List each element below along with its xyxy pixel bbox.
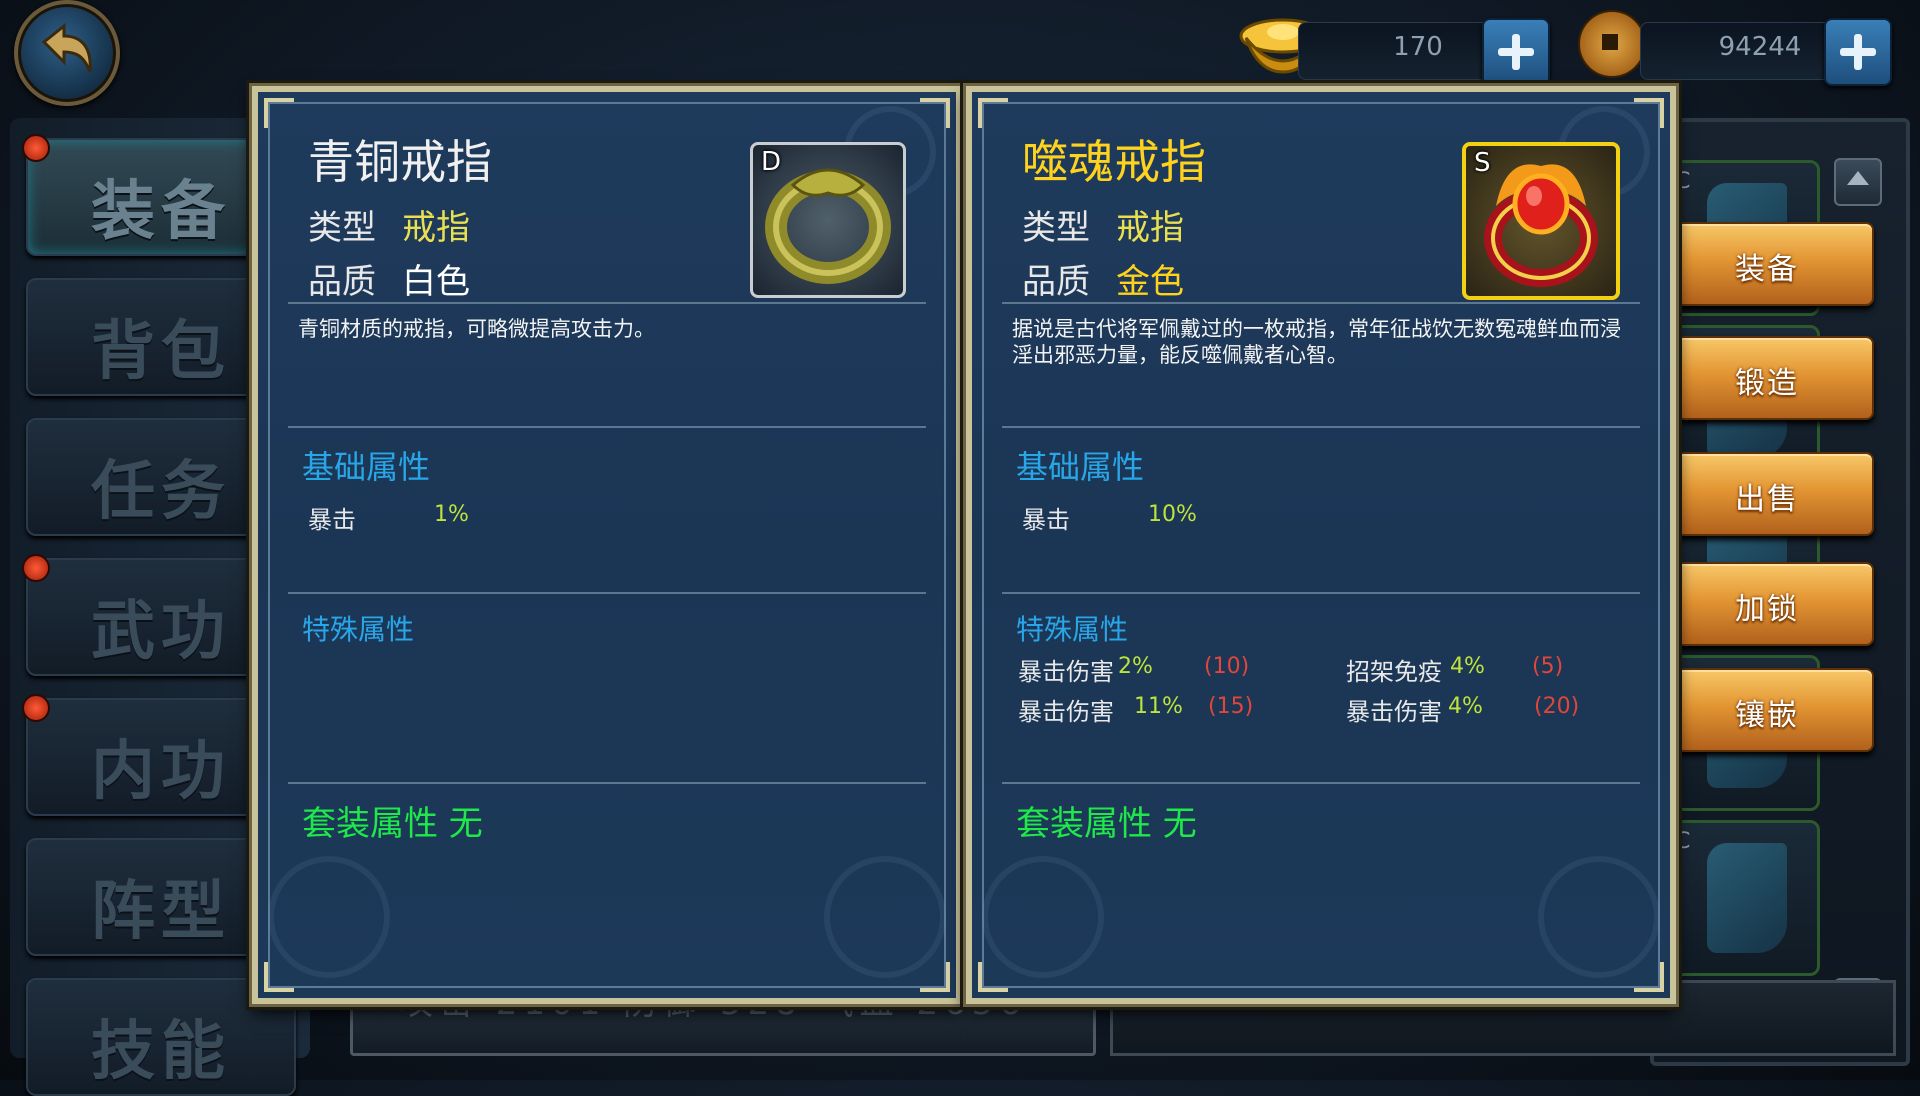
quality-value: 白色 — [402, 262, 470, 302]
item-icon-frame: D — [750, 142, 906, 298]
notification-dot — [22, 134, 50, 162]
special-stat-pct: 2% — [1118, 654, 1153, 679]
forge-button-label: 锻造 — [1735, 366, 1799, 401]
special-stat-number: (10) — [1204, 654, 1250, 679]
quality-value: 金色 — [1116, 262, 1184, 302]
item-card-compare: 噬魂戒指 类型 戒指 品质 金色 S 据说是古代将军佩戴过的一枚戒指，常年征战饮… — [966, 86, 1676, 1004]
set-attributes: 套装属性 无 — [1016, 804, 1197, 844]
base-attributes-title: 基础属性 — [1016, 448, 1145, 486]
item-description: 青铜材质的戒指，可略微提高攻击力。 — [298, 317, 655, 341]
base-stat-value: 10% — [1148, 502, 1197, 527]
copper-coin-icon — [1578, 10, 1646, 78]
special-stat-name: 招架免疫 — [1346, 658, 1442, 686]
special-stat-pct: 11% — [1134, 694, 1183, 719]
item-icon-frame: S — [1462, 142, 1620, 300]
notification-dot — [22, 694, 50, 722]
type-label: 类型 — [1022, 208, 1090, 248]
equip-button-label: 装备 — [1735, 252, 1799, 287]
grade-badge: D — [761, 147, 782, 177]
item-description: 据说是古代将军佩戴过的一枚戒指，常年征战饮无数冤魂鲜血而浸淫出邪恶力量，能反噬佩… — [1012, 317, 1621, 367]
quality-label: 品质 — [1022, 262, 1090, 302]
lock-button-label: 加锁 — [1735, 592, 1799, 627]
special-attributes-title: 特殊属性 — [1016, 613, 1129, 646]
special-stat-name: 暴击伤害 — [1018, 658, 1114, 686]
base-stat-name: 暴击 — [308, 506, 356, 534]
type-value: 戒指 — [1116, 208, 1184, 248]
scroll-up-button[interactable] — [1834, 158, 1882, 206]
nav-tab-label: 技能 — [91, 1015, 231, 1089]
special-stat-number: (20) — [1534, 694, 1580, 719]
forge-button[interactable]: 锻造 — [1660, 336, 1874, 420]
base-stat-value: 1% — [434, 502, 469, 527]
add-ingot-button[interactable] — [1482, 18, 1550, 86]
set-attributes: 套装属性 无 — [302, 804, 483, 844]
grade-badge: S — [1474, 148, 1491, 178]
back-arrow-icon — [41, 22, 92, 73]
grade-letter: C — [1675, 829, 1691, 854]
special-stat-pct: 4% — [1450, 654, 1485, 679]
base-attributes-title: 基础属性 — [302, 448, 431, 486]
special-stat-name: 暴击伤害 — [1018, 698, 1114, 726]
boots-icon — [1707, 843, 1787, 953]
item-card-current: 青铜戒指 类型 戒指 品质 白色 D 青铜材质的戒指，可略微提高攻击力。 基础属… — [252, 86, 962, 1004]
sell-button[interactable]: 出售 — [1660, 452, 1874, 536]
special-stat-pct: 4% — [1448, 694, 1483, 719]
type-label: 类型 — [308, 208, 376, 248]
special-attributes-title: 特殊属性 — [302, 613, 415, 646]
special-stat-name: 暴击伤害 — [1346, 698, 1442, 726]
inlay-button-label: 镶嵌 — [1735, 698, 1799, 733]
inventory-slot[interactable]: C — [1664, 820, 1820, 976]
base-stat-name: 暴击 — [1022, 506, 1070, 534]
type-value: 戒指 — [402, 208, 470, 248]
grade-letter: C — [1675, 169, 1691, 194]
back-button[interactable] — [14, 0, 120, 106]
sell-button-label: 出售 — [1735, 482, 1799, 517]
add-coin-button[interactable] — [1824, 18, 1892, 86]
equip-button[interactable]: 装备 — [1660, 222, 1874, 306]
item-name: 青铜戒指 — [308, 135, 492, 189]
quality-label: 品质 — [308, 262, 376, 302]
special-stat-number: (15) — [1208, 694, 1254, 719]
special-stat-number: (5) — [1532, 654, 1564, 679]
inlay-button[interactable]: 镶嵌 — [1660, 668, 1874, 752]
item-name: 噬魂戒指 — [1022, 135, 1206, 189]
notification-dot — [22, 554, 50, 582]
lock-button[interactable]: 加锁 — [1660, 562, 1874, 646]
